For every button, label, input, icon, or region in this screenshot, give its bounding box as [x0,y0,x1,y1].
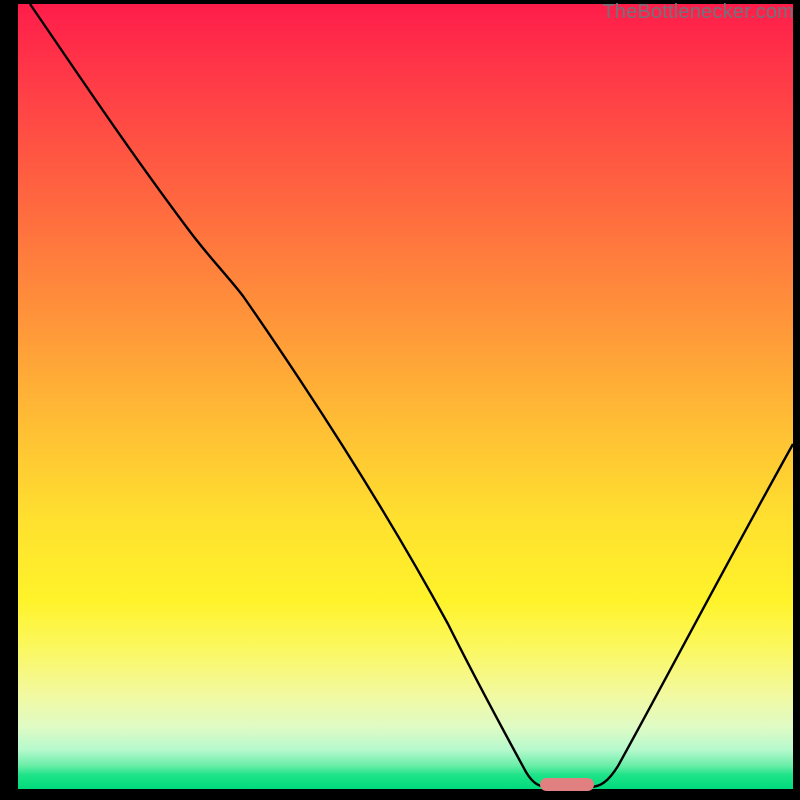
source-credit: TheBottlenecker.com [602,1,794,24]
curve-layer [18,4,793,789]
bottleneck-chart: TheBottlenecker.com [0,0,800,800]
plot-area [18,4,793,789]
bottleneck-curve [30,4,793,787]
optimal-marker [540,778,594,791]
